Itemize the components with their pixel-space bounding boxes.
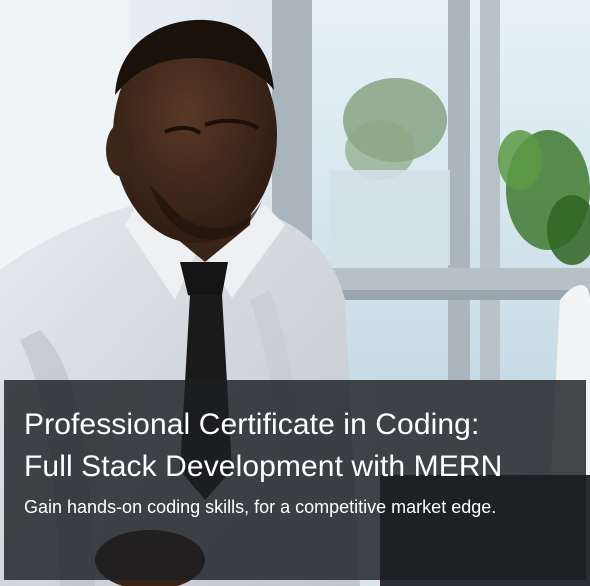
course-title[interactable]: Professional Certificate in Coding: Full… bbox=[24, 404, 566, 488]
course-title-line-2: Full Stack Development with MERN bbox=[24, 450, 503, 483]
course-title-line-1: Professional Certificate in Coding: bbox=[24, 408, 480, 441]
course-caption: Professional Certificate in Coding: Full… bbox=[4, 380, 586, 580]
course-subtitle: Gain hands-on coding skills, for a compe… bbox=[24, 497, 497, 517]
course-card[interactable]: Professional Certificate in Coding: Full… bbox=[0, 0, 590, 586]
